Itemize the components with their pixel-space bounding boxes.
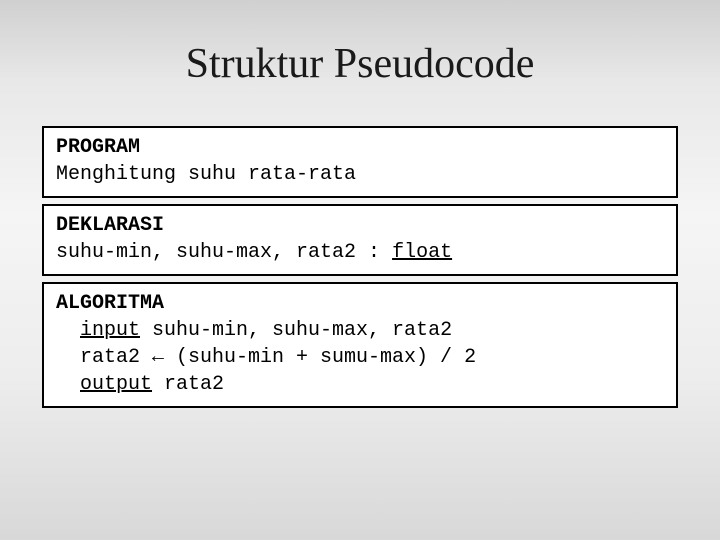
program-body: Menghitung suhu rata-rata [56, 161, 664, 188]
output-rest: rata2 [152, 373, 224, 396]
algoritma-box: ALGORITMA input suhu-min, suhu-max, rata… [42, 282, 678, 408]
deklarasi-heading: DEKLARASI [56, 212, 664, 239]
program-box: PROGRAM Menghitung suhu rata-rata [42, 126, 678, 198]
input-rest: suhu-min, suhu-max, rata2 [140, 319, 452, 342]
deklarasi-vars: suhu-min, suhu-max, rata2 : [56, 241, 392, 264]
output-keyword: output [80, 373, 152, 396]
deklarasi-type: float [392, 241, 452, 264]
algoritma-input-line: input suhu-min, suhu-max, rata2 [56, 317, 664, 344]
input-keyword: input [80, 319, 140, 342]
program-heading: PROGRAM [56, 134, 664, 161]
algoritma-assign-line: rata2 ← (suhu-min + sumu-max) / 2 [56, 344, 664, 371]
algoritma-output-line: output rata2 [56, 371, 664, 398]
deklarasi-box: DEKLARASI suhu-min, suhu-max, rata2 : fl… [42, 204, 678, 276]
slide-title: Struktur Pseudocode [42, 40, 678, 88]
slide: Struktur Pseudocode PROGRAM Menghitung s… [0, 0, 720, 540]
algoritma-heading: ALGORITMA [56, 290, 664, 317]
deklarasi-body: suhu-min, suhu-max, rata2 : float [56, 239, 664, 266]
